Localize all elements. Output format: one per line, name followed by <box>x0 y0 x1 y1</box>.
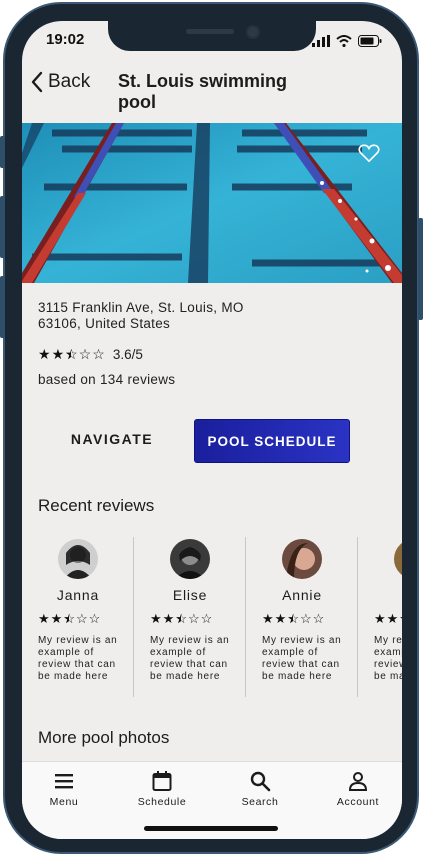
account-icon <box>348 772 368 791</box>
chevron-left-icon <box>31 71 43 93</box>
status-icons <box>312 35 382 47</box>
status-time: 19:02 <box>46 31 85 48</box>
reviewer-name: Elise <box>172 587 208 603</box>
nav-search-label: Search <box>241 796 279 808</box>
home-indicator <box>144 826 278 831</box>
pool-rating: ★ ★ ☆★ ☆ ☆ 3.6/5 <box>38 346 143 363</box>
star-rating: ★★☆★☆☆ <box>38 611 101 626</box>
reviews-count: based on 134 reviews <box>38 372 176 387</box>
nav-account-label: Account <box>336 796 380 808</box>
pool-address: 3115 Franklin Ave, St. Louis, MO 63106, … <box>38 300 244 332</box>
navigate-button[interactable]: NAVIGATE <box>58 419 166 459</box>
device-notch <box>108 21 316 51</box>
star-full-icon: ★ <box>38 346 51 362</box>
more-photos-heading: More pool photos <box>38 728 170 747</box>
star-empty-icon: ☆ <box>78 346 92 362</box>
reviewer-name: J <box>358 587 402 603</box>
avatar <box>170 539 210 579</box>
pool-schedule-button[interactable]: POOL SCHEDULE <box>194 419 350 463</box>
nav-account[interactable]: Account <box>318 770 398 808</box>
avatar <box>282 539 322 579</box>
review-card[interactable]: Elise ★★☆★☆☆ My review is an example of … <box>134 537 246 697</box>
nav-search[interactable]: Search <box>220 770 300 808</box>
star-rating: ★★☆★☆☆ <box>150 611 213 626</box>
rating-value: 3.6/5 <box>112 347 143 362</box>
review-text: My review is an example of review that c… <box>262 635 342 682</box>
header: Back St. Louis swimming pool <box>22 65 402 123</box>
favorite-heart-icon[interactable] <box>358 143 380 163</box>
signal-icon <box>312 35 330 47</box>
search-icon <box>250 771 271 792</box>
reviews-carousel[interactable]: Janna ★★☆★☆☆ My review is an example of … <box>22 537 402 697</box>
wifi-icon <box>336 35 352 47</box>
battery-icon <box>358 35 382 47</box>
star-rating: ★★☆★☆☆ <box>374 611 402 626</box>
star-rating: ★★☆★☆☆ <box>262 611 325 626</box>
page-title: St. Louis swimming pool <box>118 71 288 112</box>
review-card[interactable]: J ★★☆★☆☆ My review is an example of revi… <box>358 537 402 697</box>
review-card[interactable]: Janna ★★☆★☆☆ My review is an example of … <box>22 537 134 697</box>
recent-reviews-heading: Recent reviews <box>38 496 155 515</box>
review-text: My review is an example of review that c… <box>374 635 402 682</box>
calendar-icon <box>152 771 172 791</box>
pool-photo <box>22 123 402 283</box>
nav-menu[interactable]: Menu <box>24 770 104 808</box>
screen: 19:02 Back St. Louis swimming pool 3115 … <box>22 21 402 839</box>
nav-menu-label: Menu <box>49 796 79 808</box>
nav-schedule[interactable]: Schedule <box>122 770 202 808</box>
back-label: Back <box>48 71 91 92</box>
avatar <box>394 539 402 579</box>
nav-schedule-label: Schedule <box>137 796 187 808</box>
address-line-2: 63106, United States <box>38 316 171 331</box>
star-full-icon: ★ <box>51 346 65 362</box>
reviewer-name: Annie <box>282 587 322 603</box>
pool-hero-image <box>22 123 402 283</box>
avatar <box>58 539 98 579</box>
front-camera <box>246 25 260 39</box>
reviewer-name: Janna <box>56 587 100 603</box>
mute-switch <box>0 136 5 168</box>
address-line-1: 3115 Franklin Ave, St. Louis, MO <box>38 300 244 315</box>
menu-icon <box>55 774 73 789</box>
volume-up-button <box>0 196 5 258</box>
power-button <box>418 218 423 320</box>
review-text: My review is an example of review that c… <box>150 635 230 682</box>
star-empty-icon: ☆ <box>92 346 105 362</box>
review-text: My review is an example of review that c… <box>38 635 118 682</box>
back-button[interactable]: Back <box>30 71 90 93</box>
review-card[interactable]: Annie ★★☆★☆☆ My review is an example of … <box>246 537 358 697</box>
volume-down-button <box>0 276 5 338</box>
star-rating: ★ ★ ☆★ ☆ ☆ <box>38 346 105 363</box>
star-half-icon: ☆★ <box>65 346 78 362</box>
speaker <box>186 29 234 34</box>
